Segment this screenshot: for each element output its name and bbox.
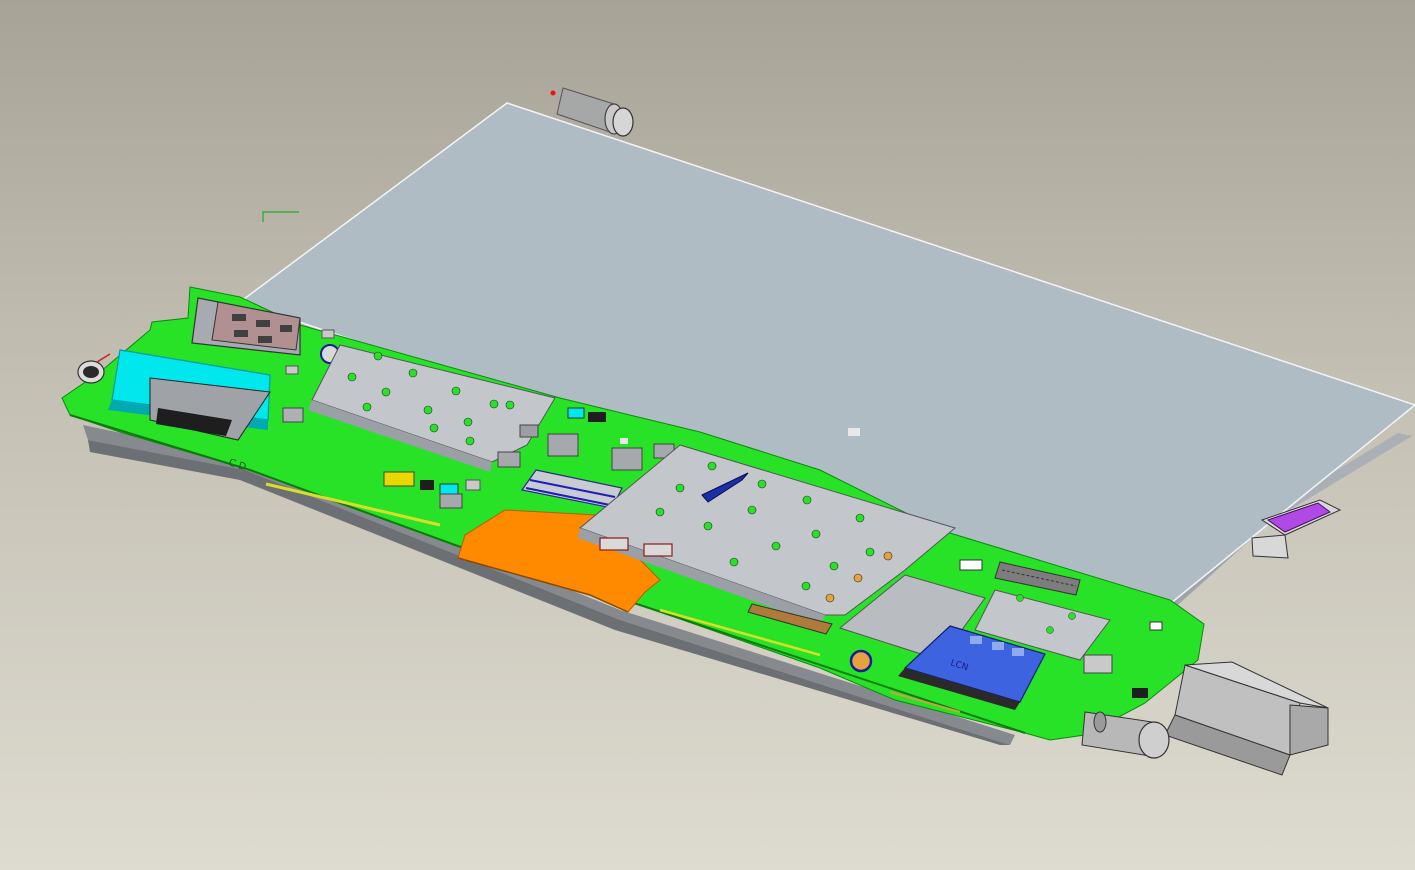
cad-viewport[interactable]: LCN C D: [0, 0, 1415, 870]
usb-connector-block[interactable]: [1164, 661, 1329, 776]
audio-jack-cylinder[interactable]: [1081, 711, 1170, 759]
vibration-motor[interactable]: [849, 649, 873, 673]
pcb-assembly-3d-model[interactable]: LCN C D: [0, 0, 1415, 870]
datum-marker: [262, 211, 299, 222]
